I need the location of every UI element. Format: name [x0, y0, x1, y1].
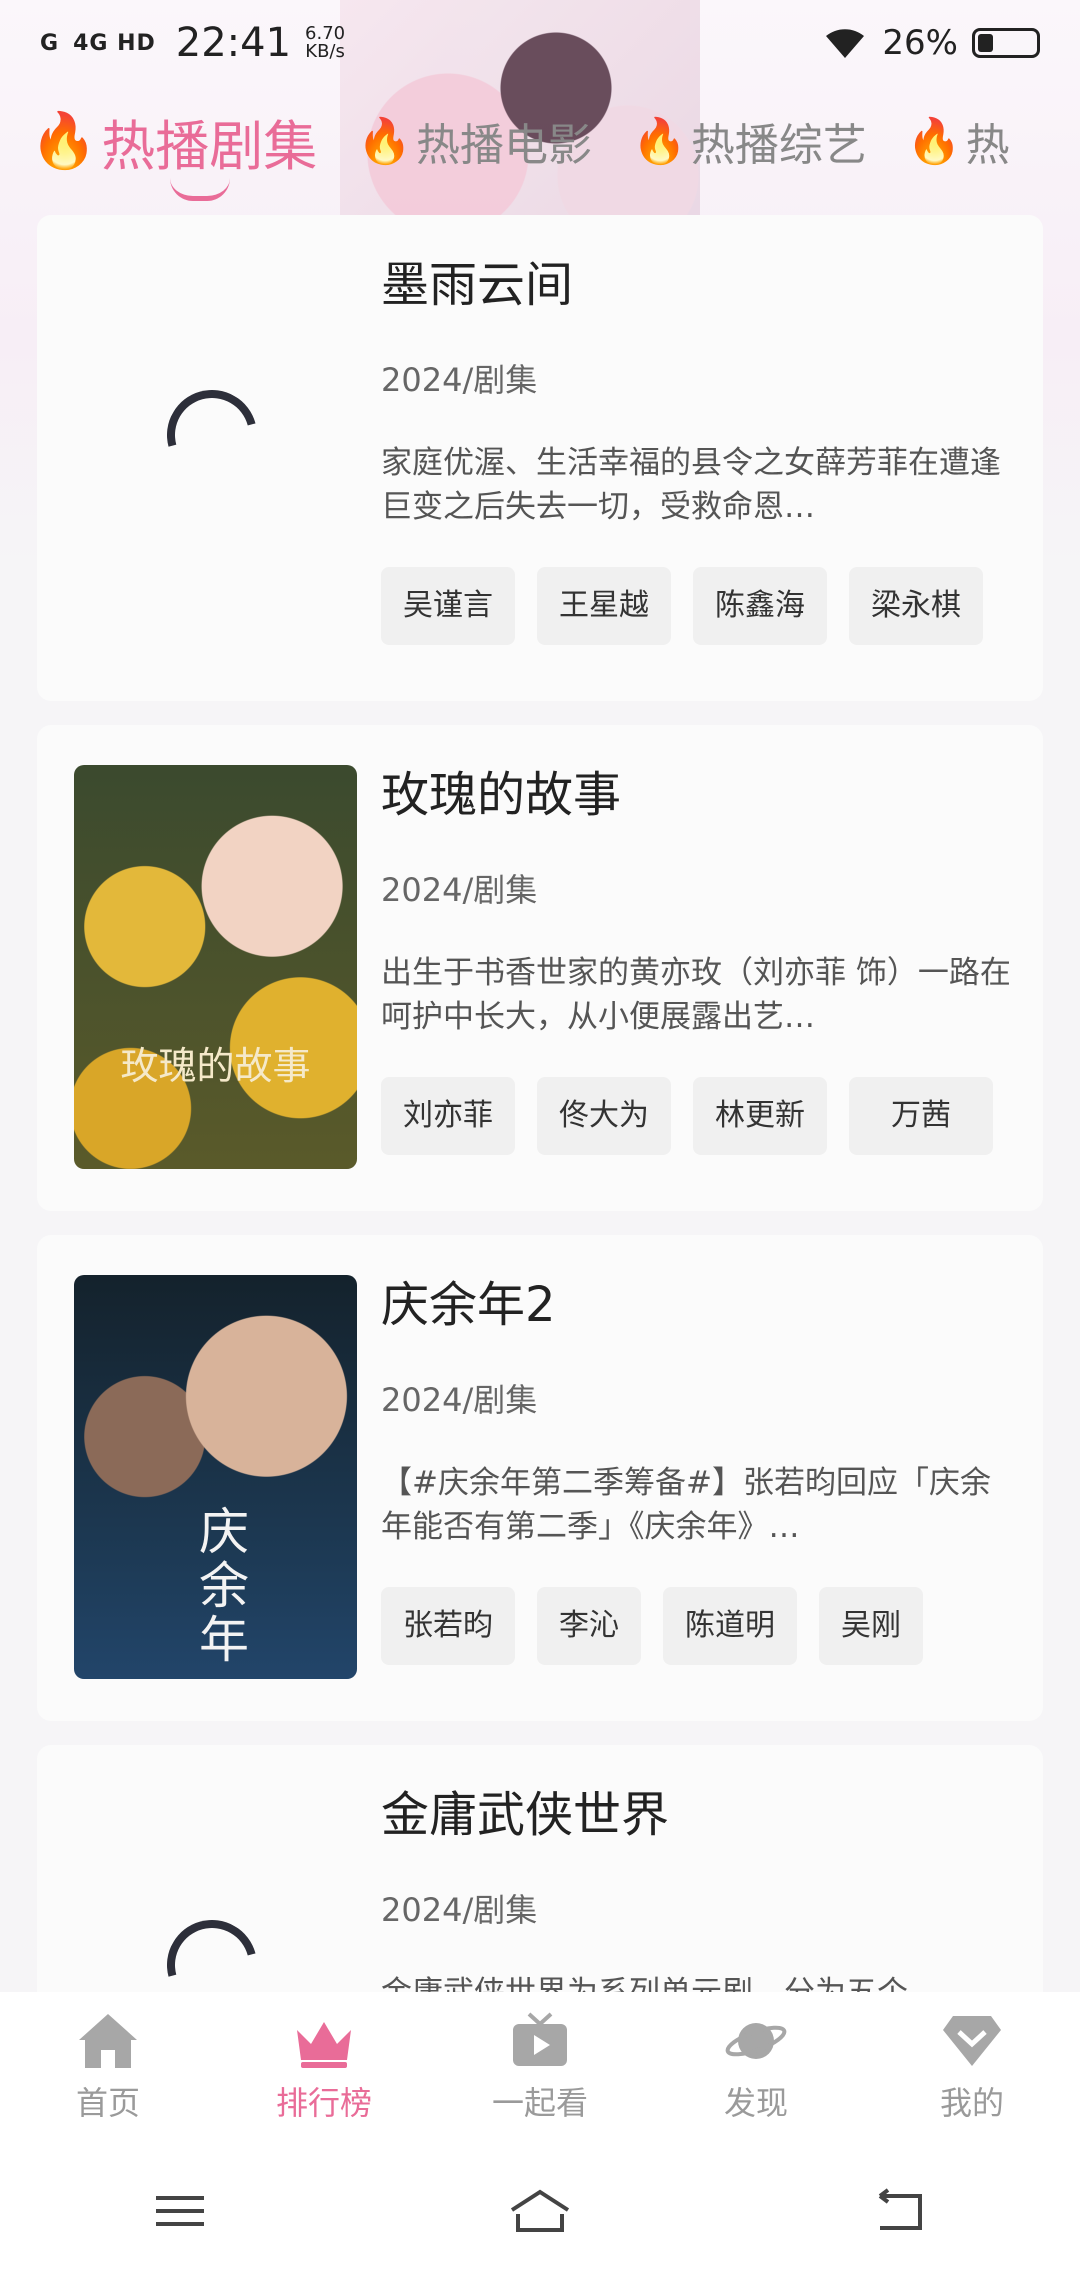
- nav-label: 排行榜: [275, 2084, 372, 2122]
- heart-badge-icon: [943, 2016, 1001, 2066]
- poster-image[interactable]: 玫瑰的故事: [74, 765, 357, 1169]
- signal-g-indicator: G: [40, 30, 60, 56]
- nav-profile[interactable]: 我的: [872, 2010, 1072, 2124]
- clock: 22:41: [175, 20, 292, 66]
- poster-image[interactable]: 庆余年: [74, 1275, 357, 1679]
- loading-spinner-icon: [150, 373, 274, 497]
- show-title: 庆余年2: [381, 1277, 556, 1333]
- nav-label: 一起看: [491, 2084, 588, 2122]
- actor-tag[interactable]: 李沁: [537, 1587, 641, 1665]
- show-card[interactable]: 墨雨云间 2024/剧集 家庭优渥、生活幸福的县令之女薛芳菲在遭逢巨变之后失去一…: [37, 215, 1043, 701]
- battery-icon: [972, 28, 1040, 58]
- nav-watch-together[interactable]: 一起看: [440, 2010, 640, 2124]
- actor-tag[interactable]: 吴刚: [819, 1587, 923, 1665]
- bottom-navigation: 首页 排行榜 一起看 发现 我的: [0, 1992, 1080, 2142]
- active-tab-indicator: [170, 178, 230, 201]
- tab-label: 热: [965, 120, 1010, 171]
- nav-discover[interactable]: 发现: [656, 2010, 856, 2124]
- category-tabs: 🔥 热播剧集 🔥 热播电影 🔥 热播综艺 🔥 热: [30, 96, 1010, 201]
- show-meta: 2024/剧集: [381, 871, 538, 909]
- tab-hot-movies[interactable]: 🔥 热播电影: [357, 109, 592, 173]
- show-meta: 2024/剧集: [381, 1381, 538, 1419]
- back-icon[interactable]: [868, 2186, 932, 2236]
- show-description: 【#庆余年第二季筹备#】张若昀回应「庆余年能否有第二季」《庆余年》…: [381, 1465, 991, 1545]
- actor-tag[interactable]: 吴谨言: [381, 567, 515, 645]
- system-navigation-bar: [0, 2142, 1080, 2280]
- actor-tag[interactable]: 张若昀: [381, 1587, 515, 1665]
- signal-4g-indicator: 4G HD: [73, 30, 156, 56]
- actor-tag[interactable]: 林更新: [693, 1077, 827, 1155]
- show-meta: 2024/剧集: [381, 361, 538, 399]
- actor-tag[interactable]: 陈鑫海: [693, 567, 827, 645]
- nav-label: 发现: [723, 2084, 788, 2122]
- actor-tag[interactable]: 梁永棋: [849, 567, 983, 645]
- fire-icon: 🔥: [906, 116, 962, 167]
- wifi-icon: [826, 29, 865, 58]
- planet-icon: [725, 2023, 787, 2059]
- actor-tag[interactable]: 佟大为: [537, 1077, 671, 1155]
- show-description: 出生于书香世家的黄亦玫（刘亦菲 饰）一路在呵护中长大，从小便展露出艺…: [381, 955, 1011, 1035]
- home-icon: [79, 2014, 137, 2068]
- show-title: 玫瑰的故事: [381, 767, 622, 823]
- status-bar: G 4G HD 22:41 6.70 KB/s 26%: [0, 0, 1080, 86]
- actor-tag[interactable]: 陈道明: [663, 1587, 797, 1665]
- tab-label: 热播电影: [416, 120, 593, 171]
- actor-tags: 刘亦菲 佟大为 林更新 万茜: [381, 1077, 1019, 1155]
- tab-hot-more[interactable]: 🔥 热: [907, 109, 1010, 173]
- ranking-list: 墨雨云间 2024/剧集 家庭优渥、生活幸福的县令之女薛芳菲在遭逢巨变之后失去一…: [37, 215, 1043, 2255]
- crown-icon: [297, 2022, 351, 2068]
- fire-icon: 🔥: [632, 116, 687, 167]
- show-card[interactable]: 玫瑰的故事 玫瑰的故事 2024/剧集 出生于书香世家的黄亦玫（刘亦菲 饰）一路…: [37, 725, 1043, 1211]
- tab-hot-series[interactable]: 🔥 热播剧集: [30, 102, 318, 201]
- actor-tag[interactable]: 万茜: [849, 1077, 993, 1155]
- battery-percent: 26%: [882, 23, 958, 63]
- tab-label: 热播剧集: [101, 114, 318, 178]
- show-title: 金庸武侠世界: [381, 1787, 670, 1843]
- nav-ranking[interactable]: 排行榜: [224, 2010, 424, 2124]
- actor-tags: 吴谨言 王星越 陈鑫海 梁永棋: [381, 567, 1019, 645]
- menu-icon[interactable]: [148, 2186, 212, 2236]
- poster-title-text: 庆余年: [199, 1503, 249, 1669]
- actor-tag[interactable]: 王星越: [537, 567, 671, 645]
- tab-label: 热播综艺: [690, 120, 867, 171]
- show-card[interactable]: 庆余年 庆余年2 2024/剧集 【#庆余年第二季筹备#】张若昀回应「庆余年能否…: [37, 1235, 1043, 1721]
- poster-title-text: 玫瑰的故事: [120, 1044, 311, 1088]
- actor-tag[interactable]: 刘亦菲: [381, 1077, 515, 1155]
- battery-fill: [978, 34, 993, 52]
- show-description: 家庭优渥、生活幸福的县令之女薛芳菲在遭逢巨变之后失去一切，受救命恩…: [381, 445, 1001, 525]
- network-speed: 6.70 KB/s: [305, 23, 346, 62]
- show-title: 墨雨云间: [381, 257, 574, 313]
- show-meta: 2024/剧集: [381, 1891, 538, 1929]
- nav-label: 我的: [939, 2084, 1004, 2122]
- fire-icon: 🔥: [357, 116, 413, 167]
- home-button-icon[interactable]: [508, 2186, 572, 2236]
- actor-tags: 张若昀 李沁 陈道明 吴刚: [381, 1587, 1019, 1665]
- nav-label: 首页: [75, 2084, 140, 2122]
- tab-hot-variety[interactable]: 🔥 热播综艺: [632, 109, 867, 173]
- nav-home[interactable]: 首页: [8, 2010, 208, 2124]
- fire-icon: 🔥: [30, 109, 98, 172]
- tv-play-icon: [513, 2012, 567, 2066]
